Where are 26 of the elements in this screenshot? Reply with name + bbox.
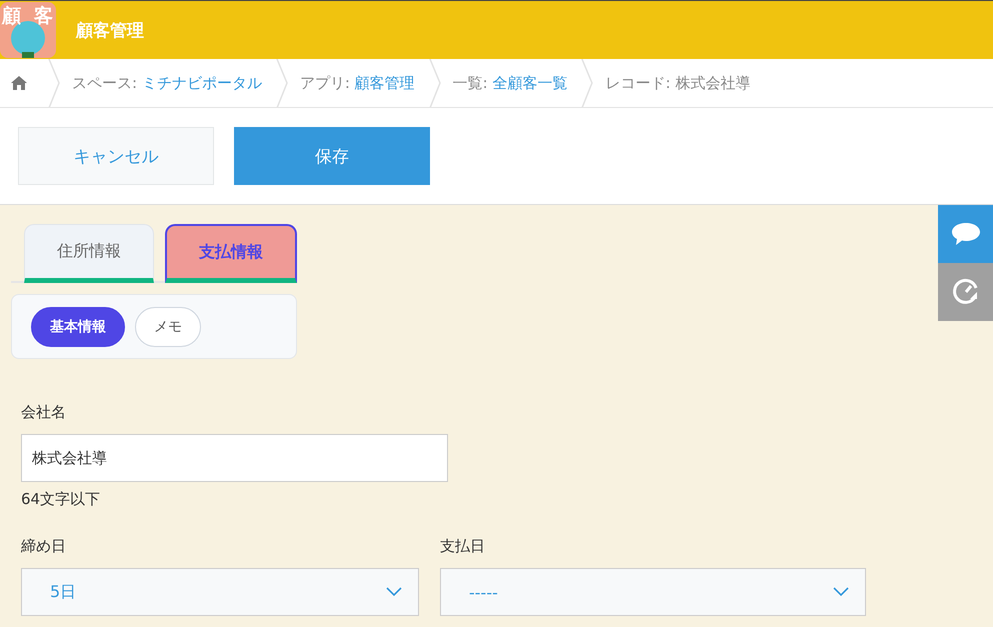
save-button[interactable]: 保存: [234, 127, 430, 185]
tab[interactable]: 支払情報: [165, 224, 297, 283]
select-field[interactable]: 5日: [21, 568, 419, 616]
subtab-pill[interactable]: 基本情報: [31, 306, 125, 346]
field-hint: 64文字以下: [21, 490, 102, 509]
field-label: 支払日: [440, 537, 486, 556]
breadcrumb-item[interactable]: アプリ: 顧客管理: [288, 74, 429, 92]
subtab-pill[interactable]: メモ: [135, 306, 201, 346]
comment-button[interactable]: [938, 205, 993, 263]
breadcrumb-item[interactable]: 一覧: 全顧客一覧: [440, 74, 582, 92]
select-field[interactable]: -----: [440, 568, 866, 616]
field-label: 会社名: [21, 403, 67, 422]
chevron-down-icon: [833, 587, 849, 597]
breadcrumb-item[interactable]: スペース: ミチナビポータル: [60, 74, 276, 92]
history-icon: [950, 277, 980, 307]
app-title: 顧客管理: [76, 20, 144, 42]
chevron-down-icon: [386, 587, 402, 597]
tab[interactable]: 住所情報: [24, 224, 154, 283]
company-name-field[interactable]: 株式会社導: [21, 434, 448, 482]
home-icon[interactable]: [10, 74, 28, 92]
speech-bubble-icon: [950, 221, 980, 247]
history-button[interactable]: [938, 263, 993, 321]
cancel-button[interactable]: キャンセル: [18, 127, 214, 185]
breadcrumb-item: レコード: 株式会社導: [604, 74, 752, 92]
field-label: 締め日: [21, 537, 67, 556]
app-logo: 顧 客: [0, 2, 56, 58]
